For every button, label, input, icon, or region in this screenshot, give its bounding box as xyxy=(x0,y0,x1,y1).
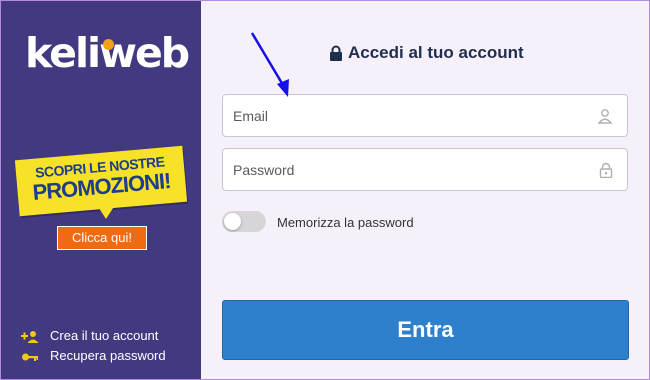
remember-password-label: Memorizza la password xyxy=(277,215,414,230)
page-title-text: Accedi al tuo account xyxy=(348,43,524,62)
password-input[interactable] xyxy=(233,149,583,190)
add-user-icon xyxy=(21,331,39,343)
create-account-label: Crea il tuo account xyxy=(50,328,159,343)
login-submit-button[interactable]: Entra xyxy=(222,300,629,360)
remember-password-toggle[interactable] xyxy=(222,211,266,232)
user-icon xyxy=(597,109,613,124)
lock-outline-icon xyxy=(599,162,613,178)
login-window: keliweb SCOPRI LE NOSTRE PROMOZIONI! Cli… xyxy=(0,0,650,380)
sidebar: keliweb SCOPRI LE NOSTRE PROMOZIONI! Cli… xyxy=(1,1,201,379)
promo-cta-button[interactable]: Clicca qui! xyxy=(57,226,147,250)
key-icon xyxy=(22,353,38,361)
logo-dot-icon xyxy=(103,39,114,50)
email-input[interactable] xyxy=(233,95,583,136)
email-field[interactable] xyxy=(222,94,628,137)
lock-icon xyxy=(330,45,342,61)
recover-password-label: Recupera password xyxy=(50,348,166,363)
toggle-knob xyxy=(224,213,241,230)
password-field[interactable] xyxy=(222,148,628,191)
promo-speech-tail xyxy=(97,205,115,219)
